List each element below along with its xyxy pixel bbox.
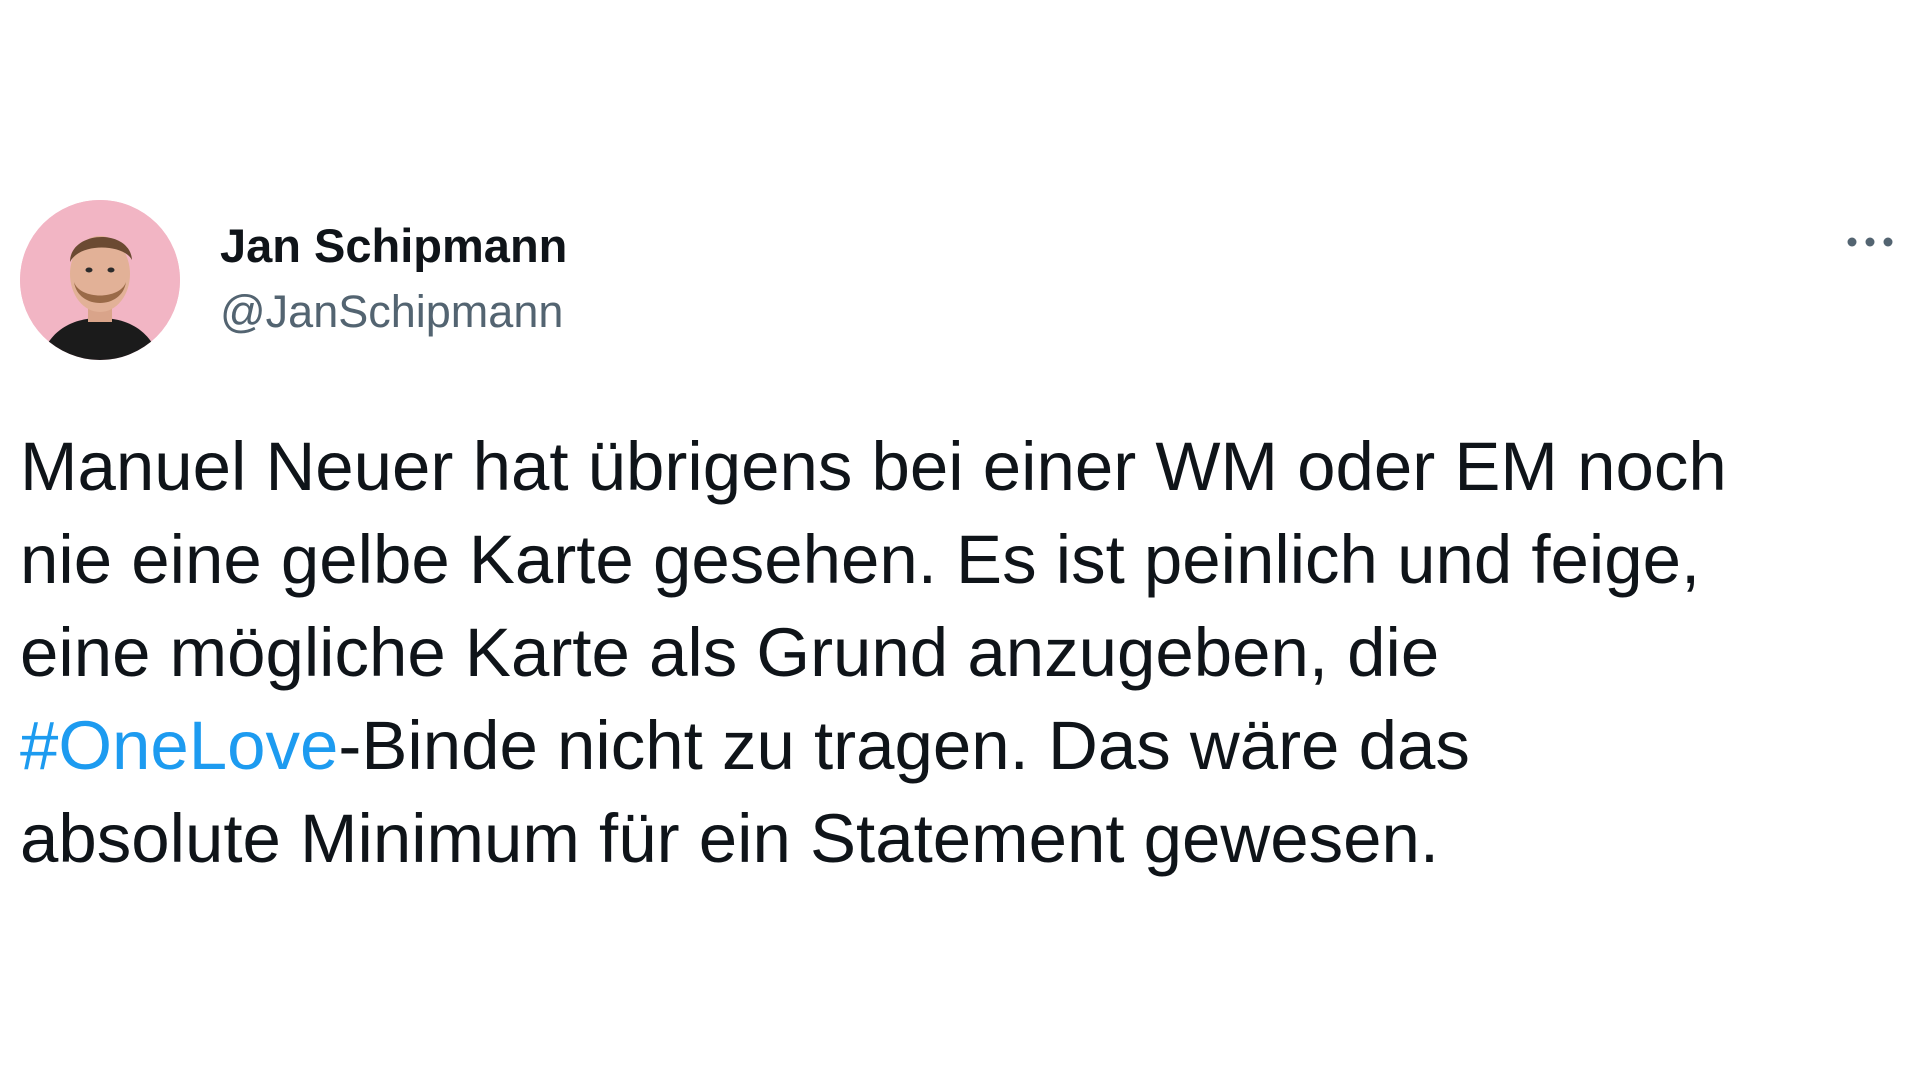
author-display-name[interactable]: Jan Schipmann xyxy=(220,218,567,274)
person-portrait-icon xyxy=(20,200,180,360)
tweet-text-line: eine mögliche Karte als Grund anzugeben,… xyxy=(20,614,1440,691)
tweet-text-segment: -Binde nicht zu tragen. Das wäre das xyxy=(338,707,1470,784)
tweet-text-line: Manuel Neuer hat übrigens bei einer WM o… xyxy=(20,428,1727,505)
tweet-text-line: absolute Minimum für ein Statement gewes… xyxy=(20,800,1440,877)
author-handle[interactable]: @JanSchipmann xyxy=(220,284,567,340)
tweet-text: Manuel Neuer hat übrigens bei einer WM o… xyxy=(20,420,1900,885)
avatar[interactable] xyxy=(20,200,180,360)
more-horizontal-icon xyxy=(1847,237,1893,247)
tweet-text-line: nie eine gelbe Karte gesehen. Es ist pei… xyxy=(20,521,1701,598)
hashtag-link[interactable]: #OneLove xyxy=(20,707,338,784)
more-options-button[interactable] xyxy=(1840,222,1900,262)
tweet-card: Jan Schipmann @JanSchipmann Manuel Neuer… xyxy=(0,0,1920,1080)
author-info: Jan Schipmann @JanSchipmann xyxy=(220,218,567,340)
tweet-text-line: #OneLove-Binde nicht zu tragen. Das wäre… xyxy=(20,699,1900,792)
tweet-header: Jan Schipmann @JanSchipmann xyxy=(20,200,1900,360)
